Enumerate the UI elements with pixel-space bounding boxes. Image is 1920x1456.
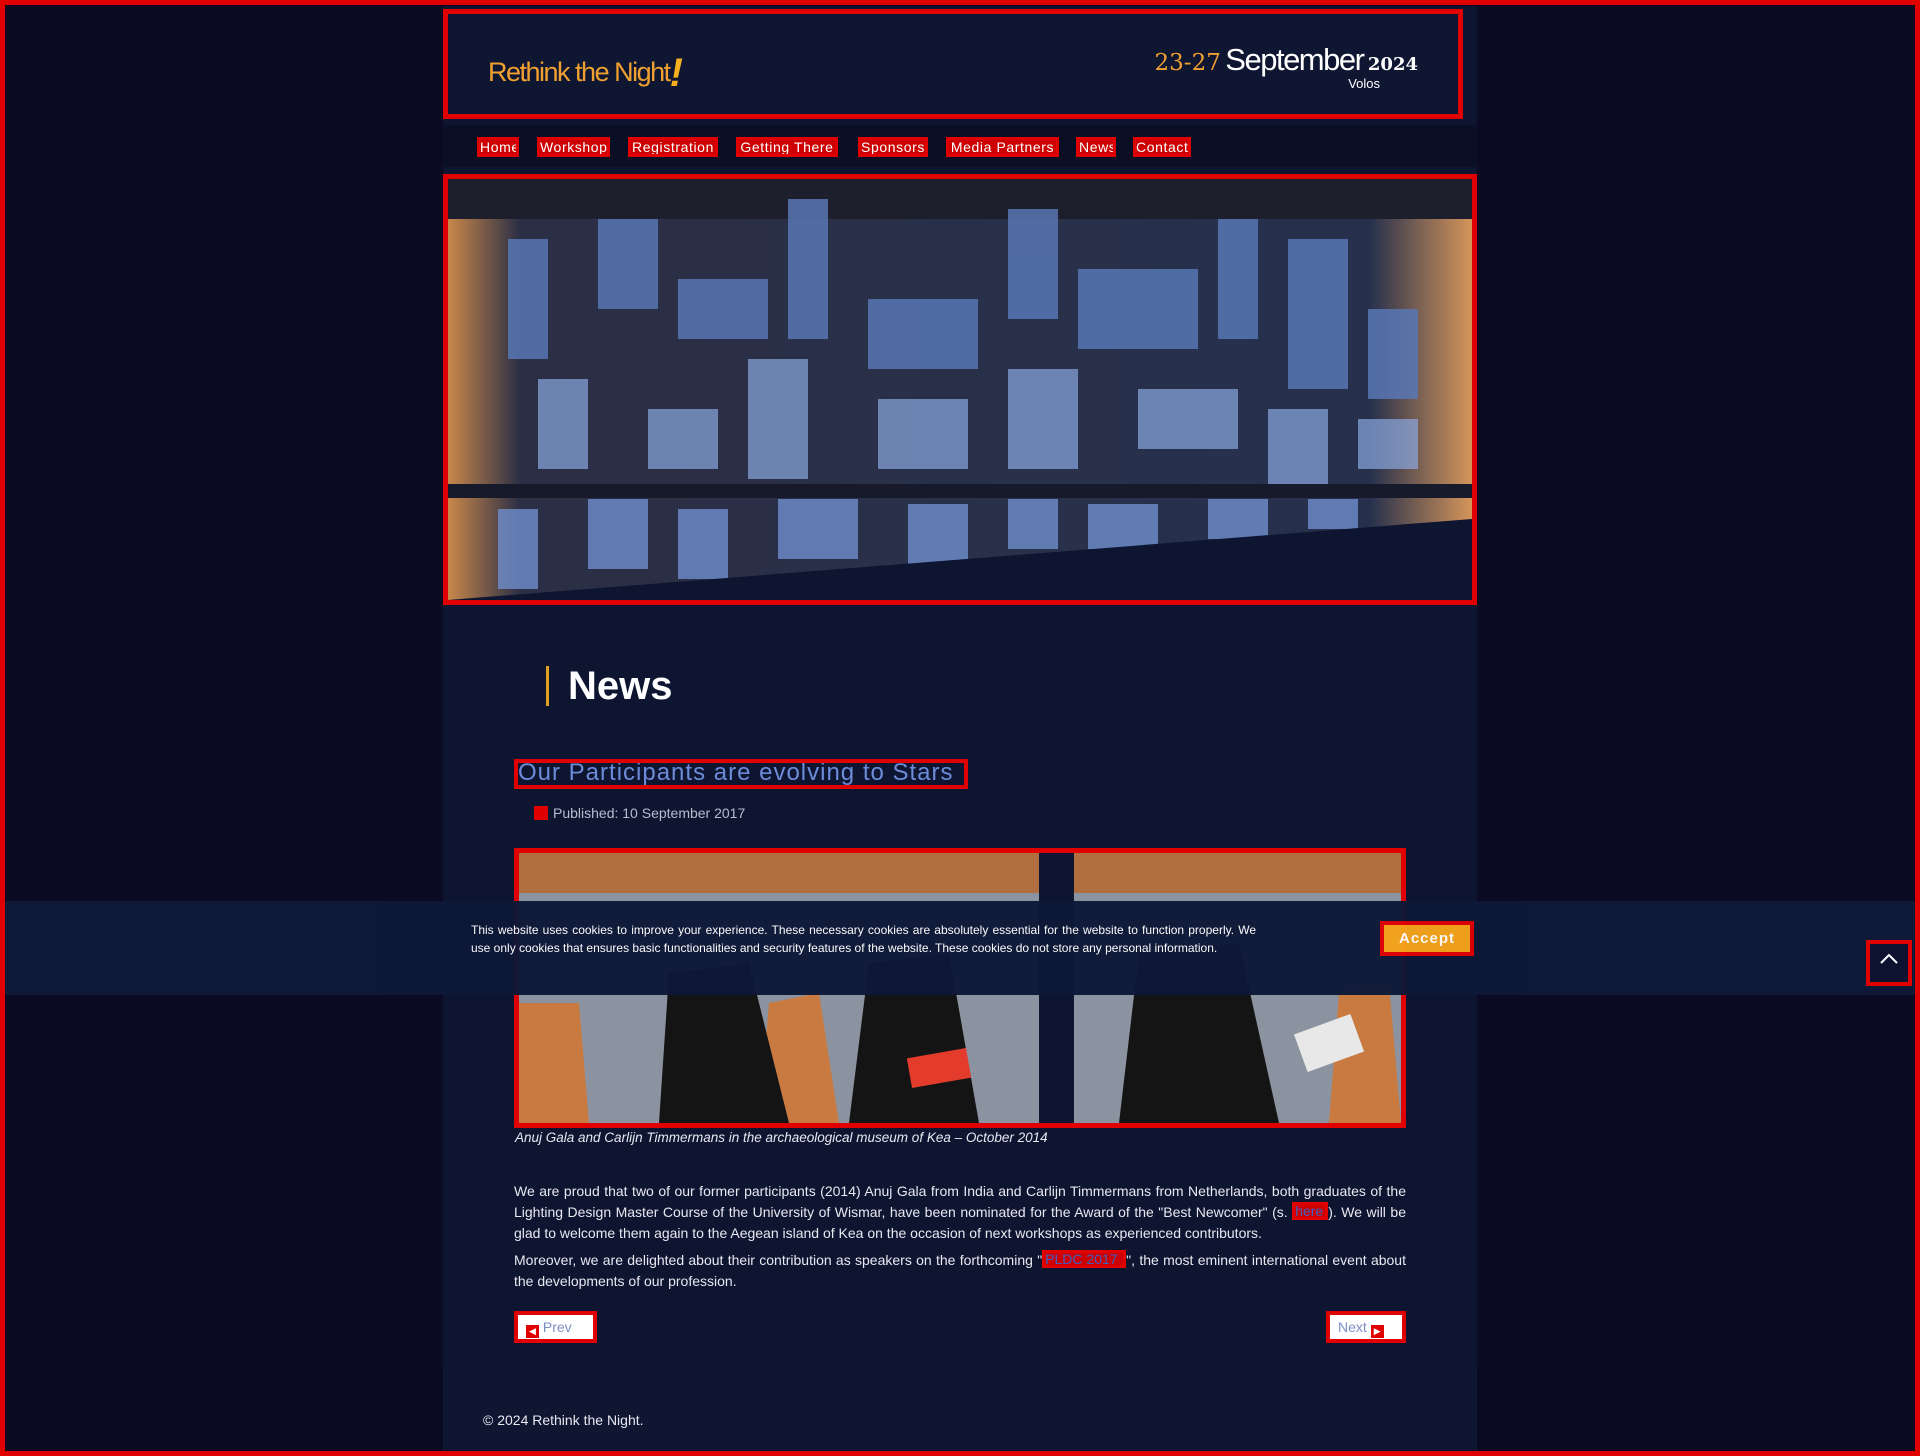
nav-item-registration[interactable]: Registration (628, 137, 718, 157)
chevron-right-icon: ▶ (1370, 1325, 1384, 1338)
main-nav: Home Workshop Registration Getting There… (443, 125, 1477, 167)
pldc-2017-link[interactable]: PLDC 2017 (1042, 1250, 1127, 1268)
paragraph-2-text-start: Moreover, we are delighted about their c… (514, 1252, 1043, 1268)
chevron-left-icon: ◀ (526, 1325, 539, 1338)
calendar-icon (534, 806, 548, 820)
hero-banner-image (443, 174, 1477, 605)
nav-item-media-partners[interactable]: Media Partners (946, 137, 1059, 157)
back-to-top-button[interactable] (1866, 940, 1912, 986)
event-year: 2024 (1367, 54, 1418, 75)
next-article-button[interactable]: Next ▶ (1326, 1311, 1406, 1343)
page-title: News (546, 666, 673, 706)
prev-label: Prev (542, 1319, 572, 1335)
next-label: Next (1338, 1319, 1367, 1335)
article-paragraph-1: We are proud that two of our former part… (514, 1181, 1406, 1244)
event-month: September (1225, 42, 1365, 77)
nav-item-home[interactable]: Home (477, 137, 519, 157)
event-days: 23-27 (1154, 50, 1221, 76)
nav-item-workshop[interactable]: Workshop (537, 137, 610, 157)
published-text: Published: 10 September 2017 (553, 805, 746, 821)
paragraph-1-text-start: We are proud that two of our former part… (514, 1183, 1406, 1220)
nav-item-contact[interactable]: Contact (1133, 137, 1191, 157)
accept-cookies-button[interactable]: Accept (1380, 921, 1474, 956)
nav-item-getting-there[interactable]: Getting There (736, 137, 838, 157)
event-dates: 23-27 September 2024 Volos (1155, 42, 1418, 91)
hero-illustration (448, 179, 1472, 600)
chevron-up-icon (1880, 953, 1898, 964)
logo-mark: ! (669, 51, 683, 95)
event-city: Volos (1348, 76, 1380, 91)
site-footer: © 2024 Rethink the Night. (443, 1367, 1477, 1454)
nav-item-news[interactable]: News (1076, 137, 1116, 157)
article-paragraph-2: Moreover, we are delighted about their c… (514, 1250, 1406, 1292)
copyright-text: © 2024 Rethink the Night. (483, 1412, 644, 1428)
best-newcomer-link[interactable]: here (1292, 1202, 1329, 1220)
cookie-consent-bar: This website uses cookies to improve you… (5, 901, 1915, 995)
site-logo[interactable]: Rethink the Night! (488, 46, 683, 95)
cookie-notice-text: This website uses cookies to improve you… (471, 923, 1256, 955)
prev-article-button[interactable]: ◀ Prev (514, 1311, 597, 1343)
logo-text: Rethink the Night (488, 57, 671, 87)
photo-caption: Anuj Gala and Carlijn Timmermans in the … (515, 1130, 1048, 1145)
article-title-link[interactable]: Our Participants are evolving to Stars (514, 759, 968, 789)
published-date: Published: 10 September 2017 (534, 805, 745, 821)
site-header: Rethink the Night! 23-27 September 2024 … (443, 9, 1463, 119)
nav-item-sponsors[interactable]: Sponsors (858, 137, 928, 157)
